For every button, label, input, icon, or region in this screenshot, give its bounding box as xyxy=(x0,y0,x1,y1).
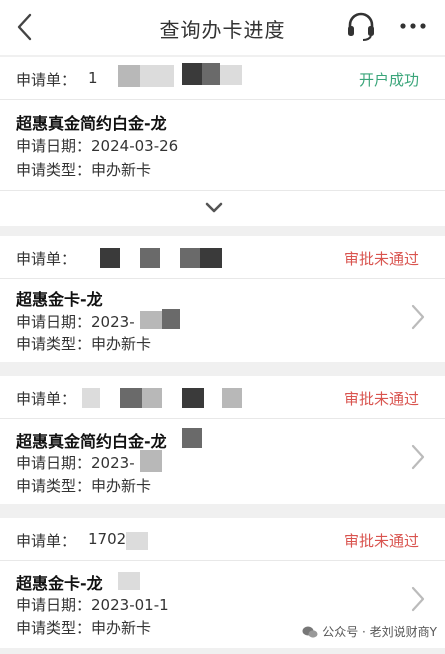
application-date: 2023- xyxy=(91,313,135,331)
watermark-text: 公众号 · 老刘说财商Y xyxy=(322,625,437,639)
application-date-label: 申请日期： xyxy=(16,596,92,614)
top-bar: 查询办卡进度 xyxy=(0,0,445,55)
redaction-mask xyxy=(162,309,180,329)
application-type-label: 申请类型： xyxy=(16,335,92,353)
application-date-row: 申请日期：2023- xyxy=(16,311,135,332)
application-number-label: 申请单： xyxy=(16,390,77,408)
application-number-label: 申请单： xyxy=(16,71,77,89)
card-header-row: 申请单： 审批未通过 xyxy=(0,236,445,279)
status-badge: 开户成功 xyxy=(358,71,419,89)
application-date-label: 申请日期： xyxy=(16,454,92,472)
application-type-row: 申请类型：申办新卡 xyxy=(16,475,151,496)
page-title: 查询办卡进度 xyxy=(159,18,286,42)
redaction-mask xyxy=(82,388,100,408)
redaction-mask xyxy=(182,388,204,408)
application-date-row: 申请日期：2024-03-26 xyxy=(16,135,178,156)
chevron-down-icon xyxy=(205,202,223,213)
card-product-name: 超惠金卡-龙 xyxy=(16,574,103,593)
redaction-mask xyxy=(202,63,220,85)
application-date: 2023- xyxy=(91,454,135,472)
application-type-row: 申请类型：申办新卡 xyxy=(16,333,151,354)
redaction-mask xyxy=(180,248,200,268)
card-product-name: 超惠真金简约白金-龙 xyxy=(16,114,167,133)
redaction-mask xyxy=(126,532,148,550)
chevron-right-icon xyxy=(411,586,425,612)
redaction-mask xyxy=(182,428,202,448)
watermark: 公众号 · 老刘说财商Y xyxy=(302,623,437,640)
status-badge: 审批未通过 xyxy=(343,390,419,408)
application-type-row: 申请类型：申办新卡 xyxy=(16,159,151,180)
customer-service-headset-icon[interactable] xyxy=(345,10,377,42)
application-date-row: 申请日期：2023- xyxy=(16,452,135,473)
redaction-mask xyxy=(222,388,242,408)
card-product-name: 超惠金卡-龙 xyxy=(16,290,103,309)
application-card-1[interactable]: 申请单： 1 开户成功 超惠真金简约白金-龙 申请日期：2024-03-26 申… xyxy=(0,57,445,190)
application-date: 2023-01-1 xyxy=(91,596,169,614)
application-type: 申办新卡 xyxy=(91,477,152,495)
chevron-right-icon xyxy=(411,304,425,330)
card-product-name: 超惠真金简约白金-龙 xyxy=(16,432,167,451)
card-header-row: 申请单： 17022 审批未通过 xyxy=(0,518,445,561)
application-number-label: 申请单： xyxy=(16,532,77,550)
application-type-row: 申请类型：申办新卡 xyxy=(16,617,151,638)
redaction-mask xyxy=(140,311,162,329)
application-type: 申办新卡 xyxy=(91,161,152,179)
redaction-mask xyxy=(120,388,142,408)
status-badge: 审批未通过 xyxy=(343,532,419,550)
redaction-mask xyxy=(118,572,140,590)
application-type: 申办新卡 xyxy=(91,335,152,353)
application-date-row: 申请日期：2023-01-1 xyxy=(16,594,169,615)
status-badge: 审批未通过 xyxy=(343,250,419,268)
redaction-mask xyxy=(140,248,160,268)
redaction-mask xyxy=(142,388,162,408)
application-card-3[interactable]: 申请单： 审批未通过 超惠真金简约白金-龙 申请日期：2023- 申请类型：申办… xyxy=(0,376,445,504)
redaction-mask xyxy=(140,65,174,87)
application-number-label: 申请单： xyxy=(16,250,77,268)
redaction-mask xyxy=(118,65,140,87)
redaction-mask xyxy=(100,248,120,268)
application-card-2[interactable]: 申请单： 审批未通过 超惠金卡-龙 申请日期：2023- 申请类型：申办新卡 xyxy=(0,236,445,362)
application-date-label: 申请日期： xyxy=(16,137,92,155)
more-options-icon[interactable] xyxy=(398,14,428,38)
redaction-mask xyxy=(140,450,162,472)
redaction-mask xyxy=(200,248,222,268)
application-type: 申办新卡 xyxy=(91,619,152,637)
application-type-label: 申请类型： xyxy=(16,619,92,637)
application-date-label: 申请日期： xyxy=(16,313,92,331)
wechat-icon xyxy=(302,626,318,638)
application-number: 1 xyxy=(88,69,98,87)
application-date: 2024-03-26 xyxy=(91,137,179,155)
redaction-mask xyxy=(220,65,242,85)
expand-toggle[interactable] xyxy=(0,190,445,226)
application-type-label: 申请类型： xyxy=(16,477,92,495)
application-type-label: 申请类型： xyxy=(16,161,92,179)
chevron-right-icon xyxy=(411,444,425,470)
redaction-mask xyxy=(182,63,202,85)
